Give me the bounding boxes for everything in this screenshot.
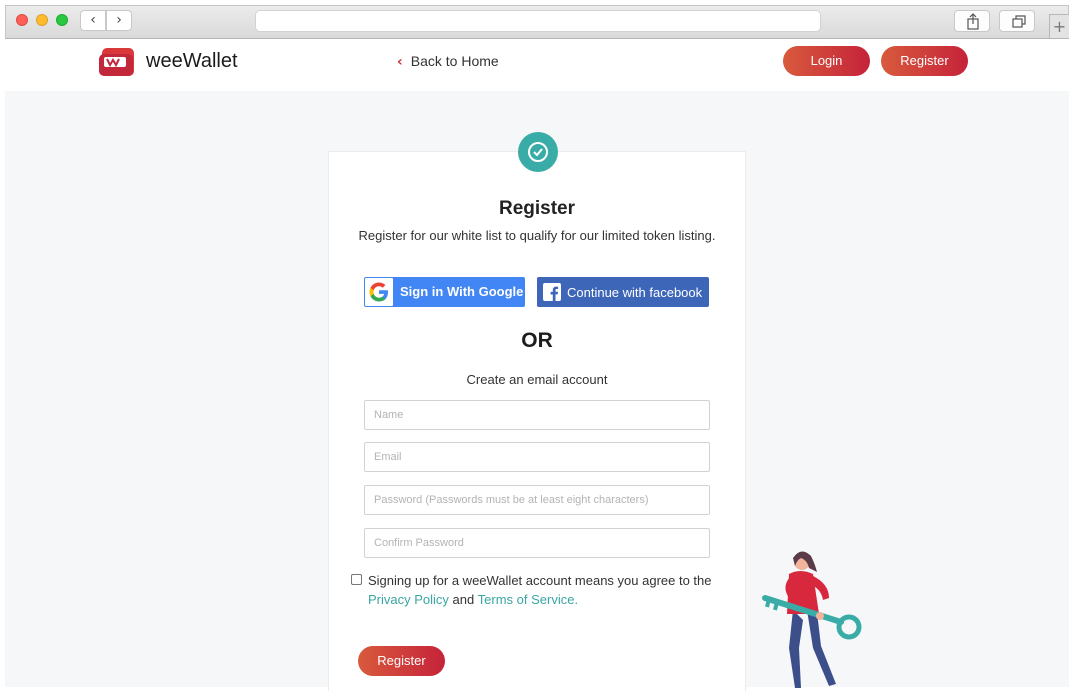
back-to-home-link[interactable]: ‹ Back to Home [397,53,499,70]
new-tab-button[interactable]: + [1049,14,1069,38]
browser-toolbar: ‹ › + [5,5,1069,39]
browser-forward-button[interactable]: › [106,10,132,31]
weewallet-logo-icon[interactable] [99,46,137,78]
page-subtitle: Register for our white list to qualify f… [358,228,716,243]
key-illustration [762,551,862,688]
create-account-label: Create an email account [466,372,608,387]
or-divider: OR [521,329,553,352]
page-title: Register [498,198,576,219]
and-text: and [452,592,475,607]
email-input[interactable] [364,442,710,472]
register-submit-button[interactable]: Register [358,646,445,676]
facebook-continue-label: Continue with facebook [567,285,703,300]
maximize-window-button[interactable] [56,14,68,26]
browser-back-button[interactable]: ‹ [80,10,106,31]
back-to-home-label: Back to Home [410,53,499,69]
google-icon [369,282,388,302]
show-tabs-button[interactable] [999,10,1035,32]
site-header: weeWallet ‹ Back to Home Login Register [5,40,1069,91]
minimize-window-button[interactable] [36,14,48,26]
close-window-button[interactable] [16,14,28,26]
agree-terms-checkbox[interactable] [351,574,362,585]
chevron-left-icon: ‹ [397,54,403,70]
login-button[interactable]: Login [783,46,870,76]
brand-name[interactable]: weeWallet [146,50,238,73]
share-button[interactable] [954,10,990,32]
check-icon [518,132,558,172]
terms-of-service-link[interactable]: Terms of Service. [478,592,578,607]
google-signin-button[interactable]: Sign in With Google [364,277,525,307]
agree-terms-text: Signing up for a weeWallet account means… [368,571,718,609]
google-signin-label: Sign in With Google [400,284,524,299]
privacy-policy-link[interactable]: Privacy Policy [368,592,449,607]
tabs-icon [1012,15,1026,28]
name-input[interactable] [364,400,710,430]
facebook-continue-button[interactable]: Continue with facebook [537,277,709,307]
share-icon [967,13,979,30]
header-register-button[interactable]: Register [881,46,968,76]
agree-terms-label: Signing up for a weeWallet account means… [368,573,712,588]
password-input[interactable] [364,485,710,515]
address-bar[interactable] [255,10,821,32]
confirm-password-input[interactable] [364,528,710,558]
facebook-icon [550,286,559,301]
